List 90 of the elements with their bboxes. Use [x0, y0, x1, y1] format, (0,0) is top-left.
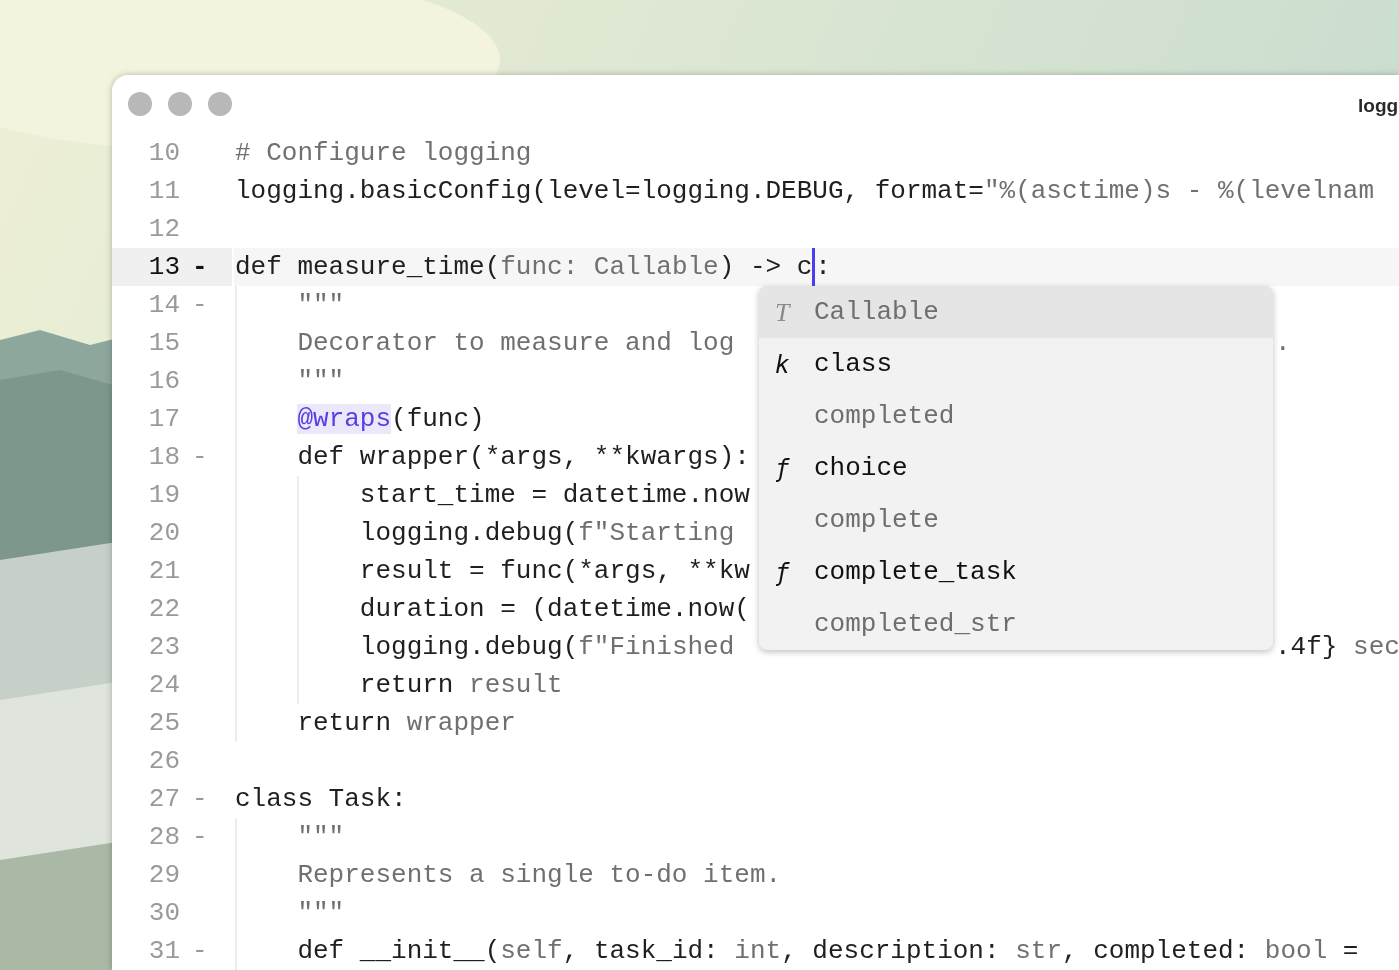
code-text: @wraps [296, 404, 392, 434]
code-text: def __init__( [296, 936, 501, 966]
code-text: bool [1264, 936, 1328, 966]
code-text: f"Starting [578, 518, 735, 548]
code-text: str [1015, 936, 1062, 966]
code-text: sec [1352, 632, 1399, 662]
code-text: def wrapper(*args, **kwargs): [296, 442, 750, 472]
line-number: 29 [147, 859, 180, 892]
completion-label: Callable [814, 295, 939, 329]
completion-item[interactable]: completed [759, 390, 1273, 442]
close-button[interactable] [128, 92, 152, 116]
completion-label: complete_task [814, 555, 1017, 589]
minimize-button[interactable] [168, 92, 192, 116]
code-text: result = func(*args, **kw [358, 556, 750, 586]
line-number: 17 [147, 403, 180, 436]
symbol-kind-icon: k [775, 350, 790, 379]
zoom-button[interactable] [208, 92, 232, 116]
code-text: """ [296, 290, 345, 320]
line-number: 28 [147, 821, 180, 854]
symbol-kind-icon: T [775, 297, 790, 327]
line-number: 23 [147, 631, 180, 664]
completion-item[interactable]: k class [759, 338, 1273, 390]
line-number: 13 [147, 251, 180, 284]
code-text: logging.debug( [358, 518, 579, 548]
completion-item[interactable]: complete [759, 494, 1273, 546]
fold-marker[interactable]: - [192, 286, 208, 324]
line-number: 15 [147, 327, 180, 360]
completion-label: choice [814, 451, 908, 485]
line-number: 24 [147, 669, 180, 702]
code-text: Represents a single to-do item. [296, 860, 782, 890]
code-text: , completed: [1062, 936, 1251, 966]
fold-marker[interactable]: - [192, 932, 208, 970]
line-number: 30 [147, 897, 180, 930]
code-text: logging.basicConfig(level=logging.DEBUG, format= [235, 176, 984, 206]
code-text: result [469, 670, 563, 700]
code-text: func: Callable [500, 252, 719, 282]
code-text: ) -> c [718, 252, 813, 282]
code-text: "%(asctime)s - %(levelnam [983, 176, 1374, 206]
line-number: 25 [147, 707, 180, 740]
completion-item[interactable]: ƒ choice [759, 442, 1273, 494]
code-text: duration = (datetime.now( [358, 594, 750, 624]
completion-label: completed [814, 399, 955, 433]
completion-item[interactable]: completed_str [759, 598, 1273, 650]
line-number: 26 [147, 745, 180, 778]
line-number: 31 [147, 935, 180, 968]
code-text: Decorator to measure and log [296, 328, 735, 358]
line-number: 10 [147, 137, 180, 170]
code-text: .4f} [1275, 632, 1338, 662]
code-text: int [734, 936, 782, 966]
code-text: logging.debug( [358, 632, 579, 662]
line-number: 20 [147, 517, 180, 550]
code-text: return [296, 708, 393, 738]
symbol-kind-icon: ƒ [775, 558, 790, 587]
completion-item[interactable]: ƒ complete_task [759, 546, 1273, 598]
completion-label: complete [814, 503, 939, 537]
code-text: , description: [781, 936, 1001, 966]
code-text: : [815, 252, 831, 282]
line-number: 11 [147, 175, 180, 208]
code-text: , task_id: [562, 936, 720, 966]
code-text: . [1275, 328, 1291, 358]
line-number: 22 [147, 593, 180, 626]
code-text: """ [296, 366, 345, 396]
line-number: 18 [147, 441, 180, 474]
fold-marker[interactable]: - [192, 438, 208, 476]
code-text: = [1341, 936, 1359, 966]
line-number: 12 [147, 213, 180, 246]
line-number: 21 [147, 555, 180, 588]
completion-label: completed_str [814, 607, 1017, 641]
code-text: f"Finished [578, 632, 735, 662]
line-number: 27 [147, 783, 180, 816]
window-title: logg [1358, 94, 1399, 118]
completion-label: class [814, 347, 892, 381]
line-number: 19 [147, 479, 180, 512]
code-text: (func) [391, 404, 485, 434]
code-text: self [500, 936, 563, 966]
fold-marker[interactable]: - [192, 818, 208, 856]
symbol-kind-icon: ƒ [775, 454, 790, 483]
fold-marker[interactable]: - [192, 780, 208, 818]
line-number: 14 [147, 289, 180, 322]
code-text: return [358, 670, 455, 700]
code-text: # Configure logging [235, 138, 532, 168]
code-text: class Task: [235, 784, 407, 814]
code-text: wrapper [406, 708, 516, 738]
code-text: """ [296, 822, 345, 852]
completion-item[interactable]: T Callable [759, 286, 1273, 338]
code-text: start_time = datetime.now [358, 480, 750, 510]
code-text: """ [296, 898, 345, 928]
line-number: 16 [147, 365, 180, 398]
code-text: def measure_time( [235, 252, 501, 282]
fold-marker[interactable]: - [192, 248, 208, 286]
